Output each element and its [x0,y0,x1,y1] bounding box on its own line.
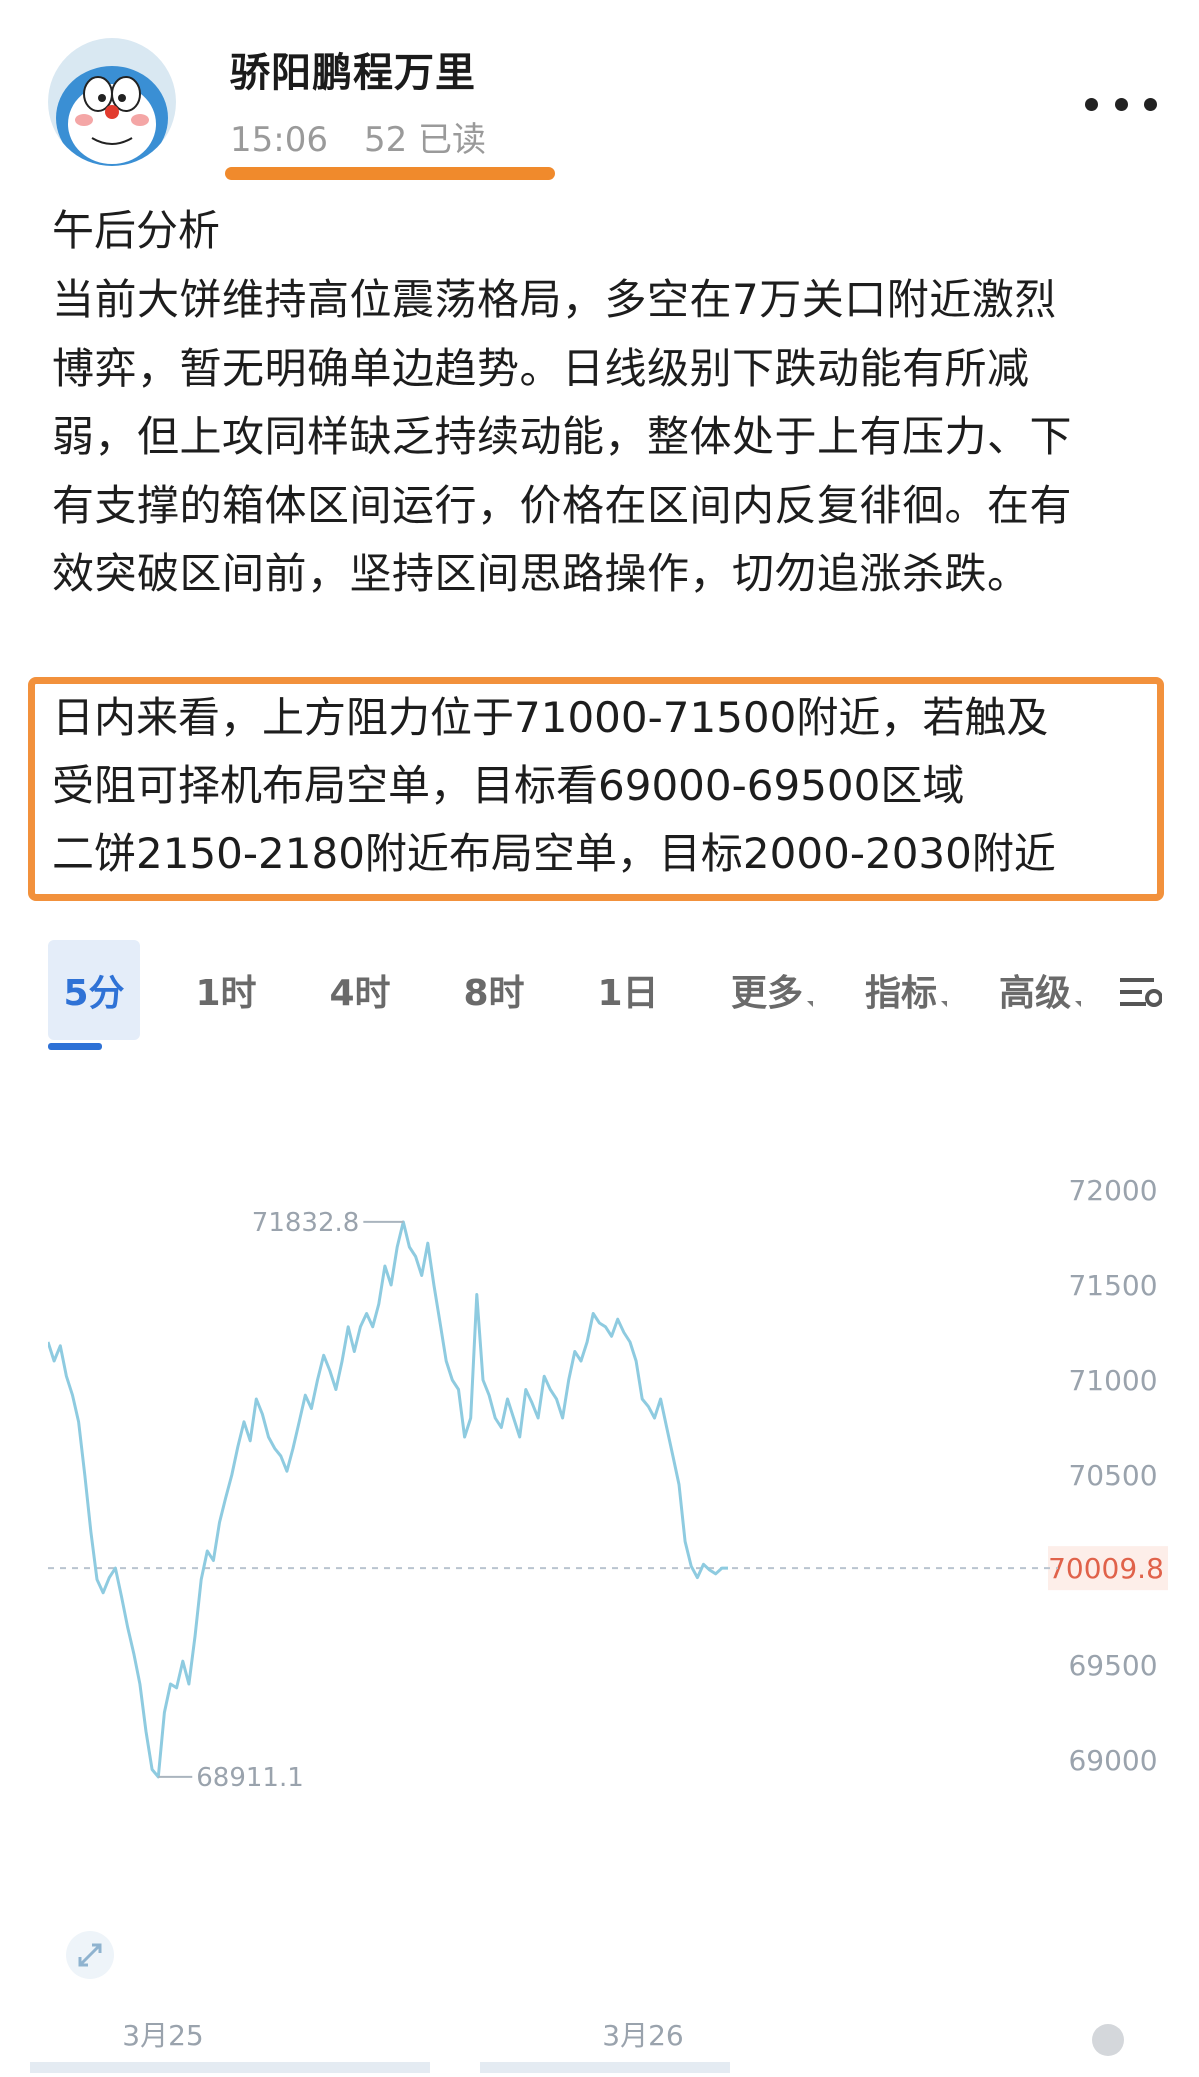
tab-more[interactable]: 更多 [712,940,832,1040]
post-title: 午后分析 [52,206,221,255]
tab-label: 指标 [864,973,937,1014]
tab-label: 1日 [597,973,659,1014]
tab-label: 更多 [730,973,803,1014]
author-name[interactable]: 骄阳鹏程万里 [230,40,476,98]
more-dots-icon [1144,97,1157,111]
low-price-label: 68911.1 [196,1763,304,1793]
y-axis-tick-label: 72000 [1068,1174,1157,1207]
avatar[interactable] [48,38,176,166]
tab-5min[interactable]: 5分 [48,940,140,1040]
tab-1h[interactable]: 1时 [176,940,276,1040]
strategy-text: 日内来看，上方阻力位于71000-71500附近，若触及 受阻可择机布局空单，目… [52,684,1056,888]
dropdown-caret-icon [807,1001,813,1007]
strategy-line: 受阻可择机布局空单，目标看69000-69500区域 [52,761,965,810]
paragraph-line: 效突破区间前，坚持区间思路操作，切勿追涨杀跌。 [52,549,1030,598]
tab-1d[interactable]: 1日 [578,940,678,1040]
chart-settings-dot-icon[interactable] [1092,2024,1124,2056]
post-time: 15:06 [230,120,328,160]
x-axis-tick-label: 3月26 [602,2019,683,2052]
strategy-line: 日内来看，上方阻力位于71000-71500附近，若触及 [52,693,1049,742]
y-axis-tick-label: 69000 [1068,1744,1157,1777]
y-axis-tick-label: 71500 [1068,1269,1157,1302]
tab-label: 高级 [998,973,1071,1014]
tab-label: 1时 [195,973,257,1014]
meta-highlight-underline [225,167,555,180]
tab-advanced[interactable]: 高级 [980,940,1100,1040]
tab-4h[interactable]: 4时 [310,940,410,1040]
expand-arrows-icon[interactable] [66,1931,114,1979]
price-chart[interactable]: 72000 71500 71000 70500 69500 69000 70009.8 3月… [46,1055,1168,2073]
dropdown-caret-icon [1075,1001,1081,1007]
dropdown-caret-icon [941,1001,947,1007]
more-dots-icon [1085,97,1098,111]
post-meta: 15:06 52 已读 [230,112,522,161]
read-count: 52 已读 [363,120,487,160]
price-chart-svg: 72000 71500 71000 70500 69500 69000 70009.8 3月… [46,1055,1168,2073]
y-axis-tick-label: 70500 [1068,1459,1157,1492]
paragraph-line: 弱，但上攻同样缺乏持续动能，整体处于上有压力、下 [52,412,1073,461]
last-price-label: 70009.8 [1048,1552,1164,1585]
analysis-paragraph: 当前大饼维持高位震荡格局，多空在7万关口附近激烈 博弈，暂无明确单边趋势。日线级… [52,266,1162,609]
paragraph-line: 有支撑的箱体区间运行，价格在区间内反复徘徊。在有 [52,480,1073,530]
more-dots-icon [1114,97,1128,111]
tab-label: 4时 [329,973,391,1014]
more-options-button[interactable] [1085,84,1157,124]
tab-label: 8时 [463,973,525,1014]
y-axis-tick-label: 69500 [1068,1649,1157,1682]
x-axis-tick-label: 3月25 [122,2019,203,2052]
y-axis-tick-label: 71000 [1068,1364,1157,1397]
strategy-line: 二饼2150-2180附近布局空单，目标2000-2030附近 [52,829,1056,878]
tab-label: 5分 [63,973,125,1014]
chart-timeframe-tabs: 5分 1时 4时 8时 1日 更多 指标 高级 [48,940,1168,1050]
tab-indicators[interactable]: 指标 [846,940,966,1040]
paragraph-line: 当前大饼维持高位震荡格局，多空在7万关口附近激烈 [52,275,1057,324]
active-tab-indicator [48,1043,102,1050]
doraemon-avatar-icon [48,38,176,166]
paragraph-line: 博弈，暂无明确单边趋势。日线级别下跌动能有所减 [52,343,1030,393]
indicator-footer-strip [30,2062,1030,2073]
settings-lines-icon[interactable] [1118,970,1162,1014]
high-price-label: 71832.8 [252,1208,360,1238]
tab-8h[interactable]: 8时 [444,940,544,1040]
